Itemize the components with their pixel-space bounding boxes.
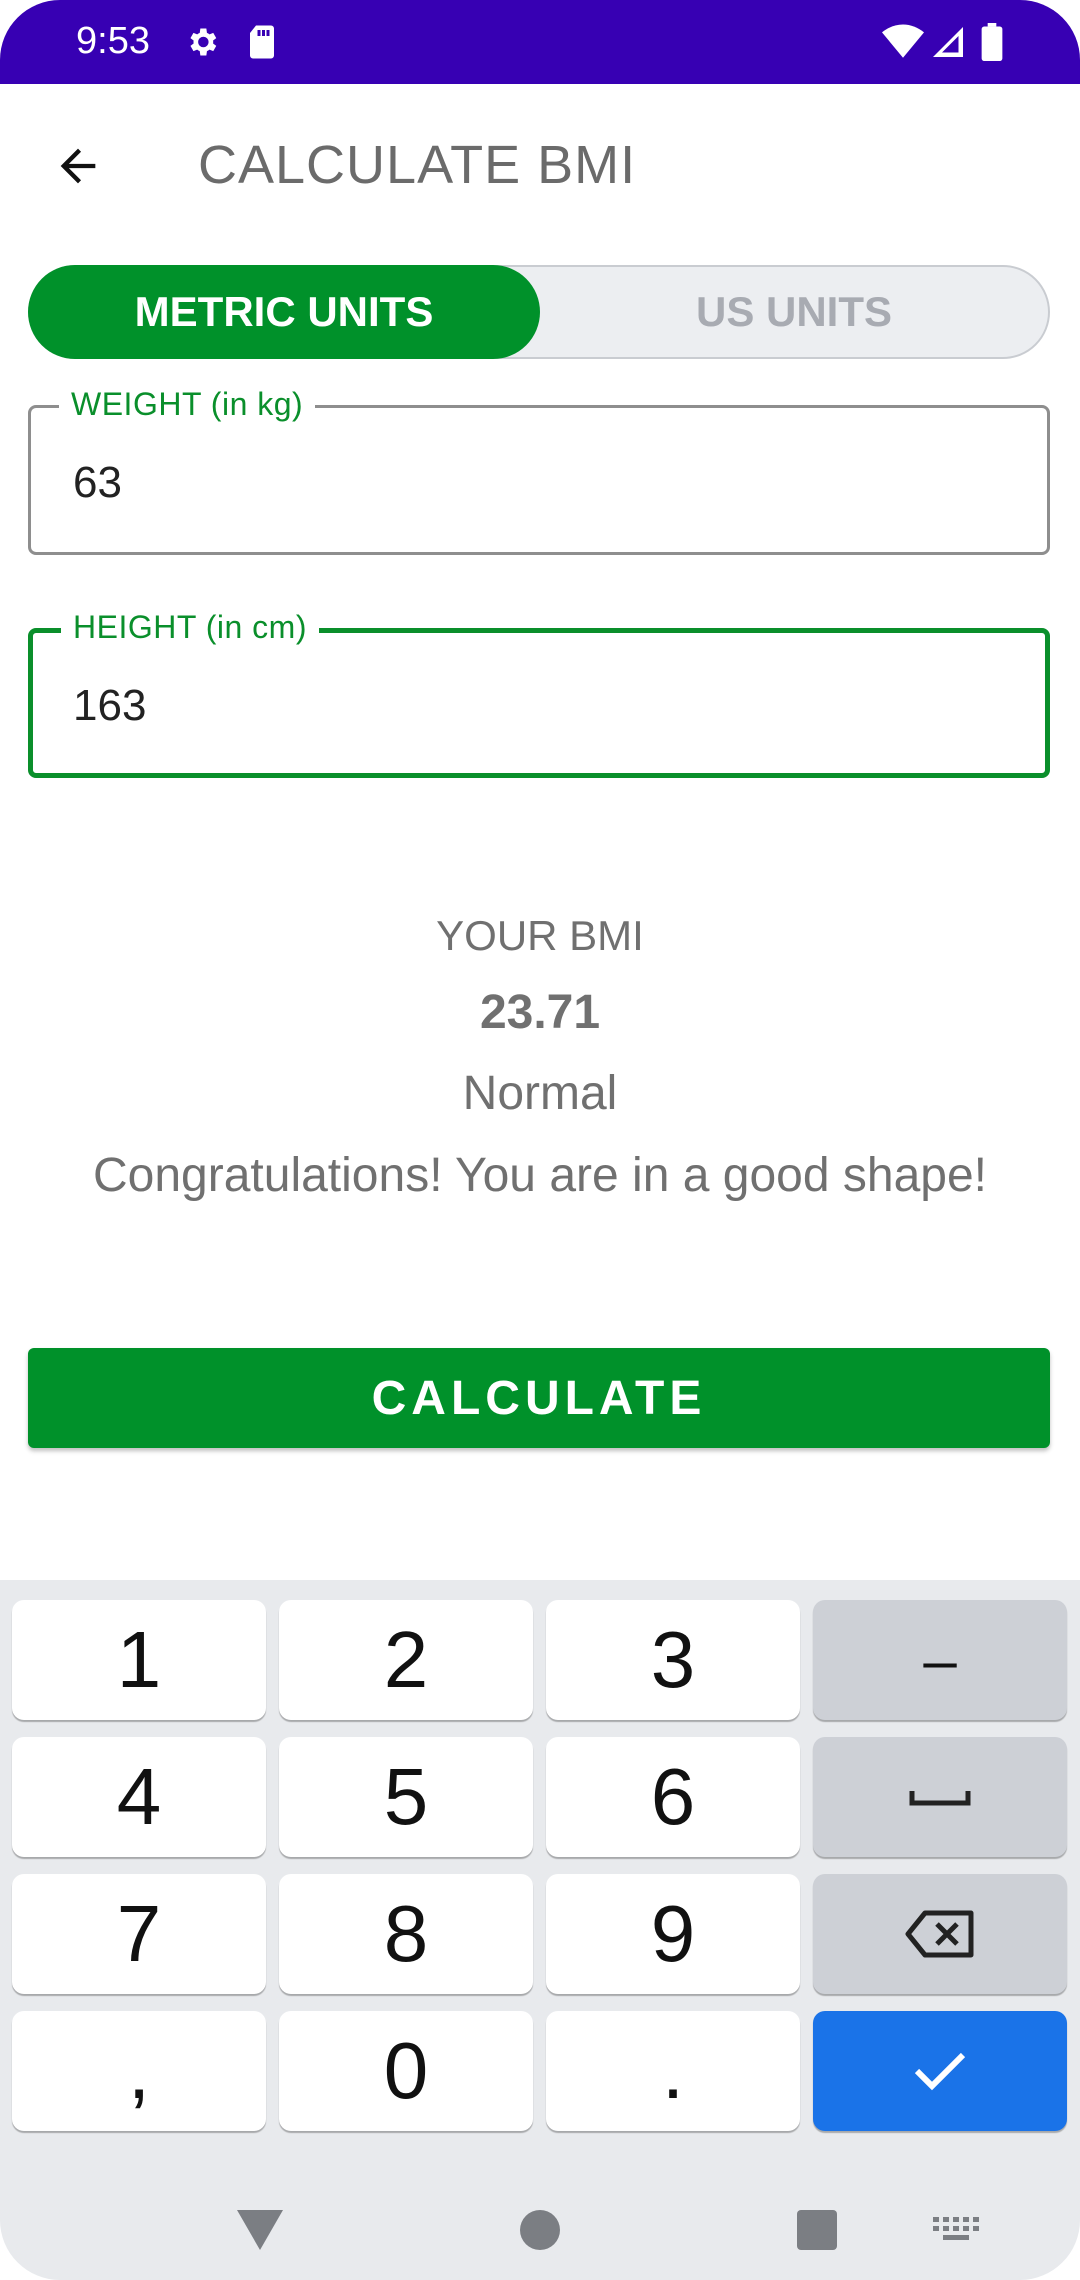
- key-0[interactable]: 0: [279, 2011, 533, 2131]
- key-comma[interactable]: ,: [12, 2011, 266, 2131]
- app-bar: CALCULATE BMI: [0, 84, 1080, 240]
- key-period[interactable]: .: [546, 2011, 800, 2131]
- key-8[interactable]: 8: [279, 1874, 533, 1994]
- checkmark-icon: [914, 2052, 966, 2091]
- key-minus[interactable]: –: [813, 1600, 1067, 1720]
- key-space[interactable]: [813, 1737, 1067, 1857]
- weight-field-label: WEIGHT (in kg): [59, 386, 316, 423]
- sd-card-icon: [240, 20, 284, 64]
- us-units-tab[interactable]: US UNITS: [538, 265, 1050, 359]
- nav-back-button[interactable]: [230, 2200, 290, 2260]
- nav-recents-icon: [797, 2210, 837, 2250]
- key-3[interactable]: 3: [546, 1600, 800, 1720]
- space-icon: [909, 1791, 971, 1806]
- bmi-message: Congratulations! You are in a good shape…: [92, 1149, 988, 1202]
- arrow-left-icon: [60, 148, 96, 184]
- keyboard-switch-button[interactable]: [930, 2200, 982, 2260]
- height-input[interactable]: 163: [73, 681, 146, 731]
- key-9[interactable]: 9: [546, 1874, 800, 1994]
- signal-icon: [926, 20, 970, 64]
- calculate-button[interactable]: CALCULATE: [28, 1348, 1050, 1448]
- battery-icon: [970, 20, 1014, 64]
- bmi-heading: YOUR BMI: [436, 912, 644, 959]
- key-done[interactable]: [813, 2011, 1067, 2131]
- nav-home-button[interactable]: [510, 2200, 570, 2260]
- nav-recents-button[interactable]: [787, 2200, 847, 2260]
- unit-toggle: METRIC UNITS US UNITS: [28, 265, 1050, 359]
- key-7[interactable]: 7: [12, 1874, 266, 1994]
- numeric-keyboard: 1 2 3 – 4 5 6 7 8 9 , 0 .: [0, 1580, 1080, 2280]
- status-time: 9:53: [76, 20, 150, 62]
- key-5[interactable]: 5: [279, 1737, 533, 1857]
- key-4[interactable]: 4: [12, 1737, 266, 1857]
- settings-icon: [180, 20, 224, 64]
- back-button[interactable]: [30, 118, 126, 214]
- bmi-category: Normal: [462, 1067, 618, 1120]
- bmi-value: 23.71: [479, 986, 601, 1039]
- backspace-icon: [905, 1910, 974, 1958]
- wifi-icon: [880, 20, 926, 64]
- keyboard-icon: [933, 2217, 979, 2240]
- nav-home-icon: [520, 2210, 560, 2250]
- metric-units-tab[interactable]: METRIC UNITS: [28, 265, 540, 359]
- height-field[interactable]: HEIGHT (in cm) 163: [28, 609, 1050, 778]
- key-1[interactable]: 1: [12, 1600, 266, 1720]
- key-backspace[interactable]: [813, 1874, 1067, 1994]
- nav-back-icon: [237, 2210, 283, 2250]
- key-6[interactable]: 6: [546, 1737, 800, 1857]
- page-title: CALCULATE BMI: [198, 135, 637, 195]
- key-2[interactable]: 2: [279, 1600, 533, 1720]
- height-field-label: HEIGHT (in cm): [61, 609, 319, 646]
- weight-field[interactable]: WEIGHT (in kg) 63: [28, 386, 1050, 555]
- weight-input[interactable]: 63: [73, 458, 122, 508]
- status-bar: 9:53: [0, 0, 1080, 84]
